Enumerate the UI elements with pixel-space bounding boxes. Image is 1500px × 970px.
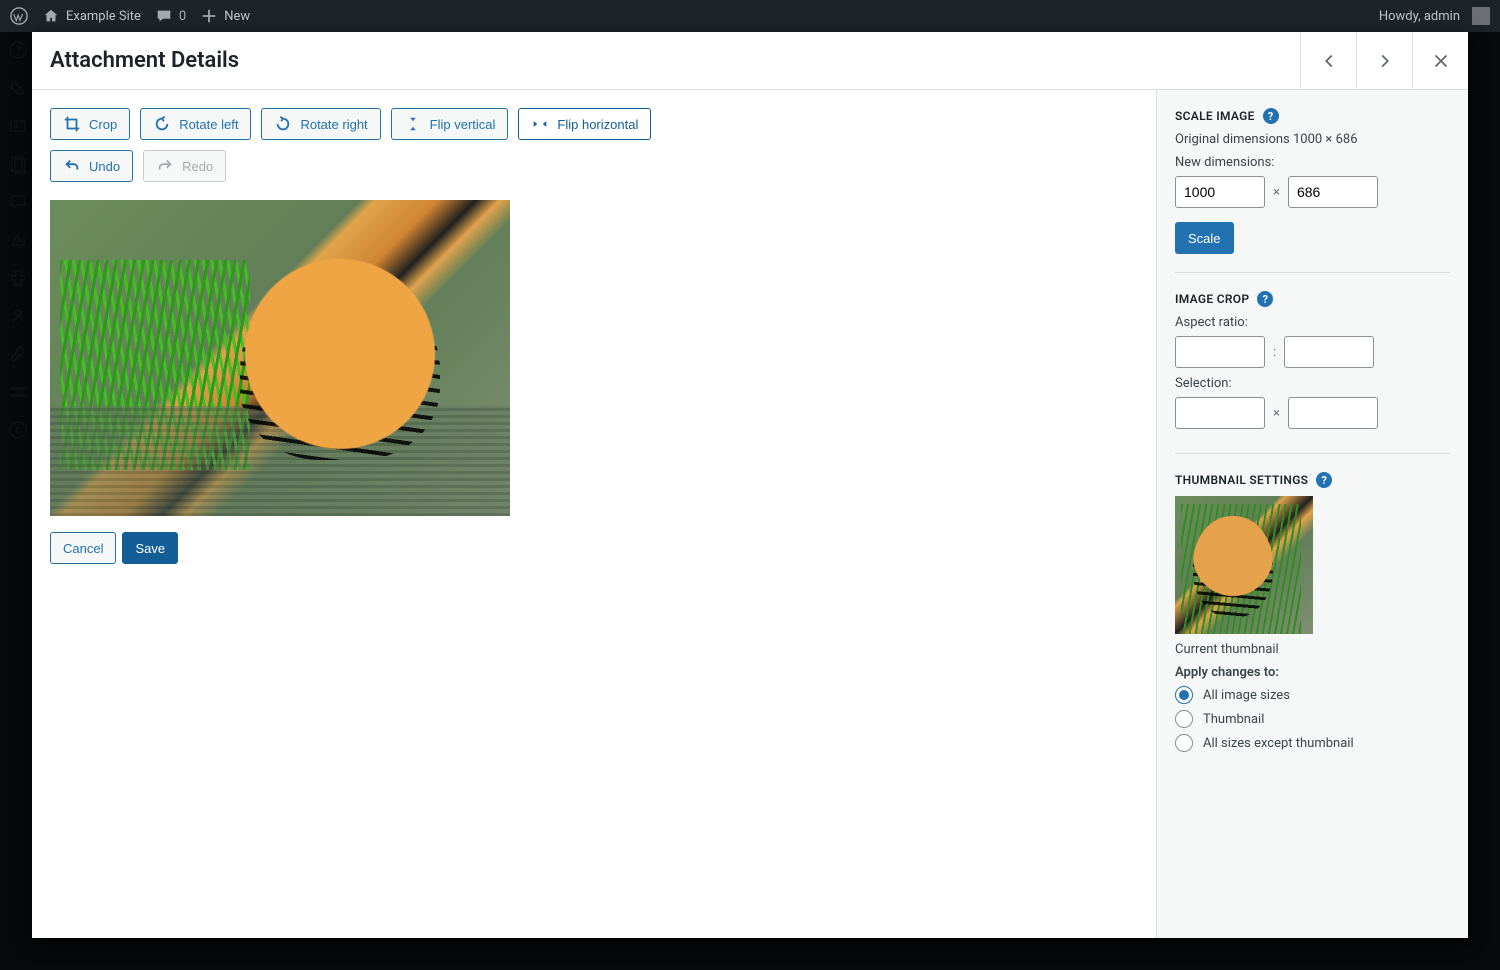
- modal-header: Attachment Details: [32, 32, 1468, 90]
- image-settings-panel: Scale Image ? Original dimensions 1000 ×…: [1156, 90, 1468, 938]
- chevron-left-icon: [1318, 50, 1340, 72]
- rotate-left-button[interactable]: Rotate left: [140, 108, 251, 140]
- flip-horizontal-label: Flip horizontal: [557, 117, 638, 132]
- selection-label: Selection:: [1175, 376, 1450, 391]
- apply-except-label: All sizes except thumbnail: [1203, 736, 1354, 751]
- apply-all-row[interactable]: All image sizes: [1175, 686, 1450, 704]
- apply-thumbnail-label: Thumbnail: [1203, 712, 1264, 727]
- next-button[interactable]: [1356, 32, 1412, 89]
- rotate-left-label: Rotate left: [179, 117, 238, 132]
- avatar-icon: [1472, 7, 1490, 25]
- rotate-left-icon: [153, 115, 171, 133]
- scale-section: Scale Image ? Original dimensions 1000 ×…: [1175, 108, 1450, 273]
- wp-admin-bar: Example Site 0 New Howdy, admin: [0, 0, 1500, 32]
- image-stripes-overlay: [240, 280, 440, 460]
- comments-count: 0: [179, 9, 186, 24]
- modal-title: Attachment Details: [32, 48, 239, 73]
- aspect-width-input[interactable]: [1175, 336, 1265, 368]
- scale-heading: Scale Image: [1175, 109, 1255, 123]
- greeting-link[interactable]: Howdy, admin: [1379, 7, 1490, 25]
- scale-width-input[interactable]: [1175, 176, 1265, 208]
- comments-link[interactable]: 0: [155, 7, 186, 25]
- apply-thumbnail-row[interactable]: Thumbnail: [1175, 710, 1450, 728]
- rotate-right-button[interactable]: Rotate right: [261, 108, 380, 140]
- selection-width-input[interactable]: [1175, 397, 1265, 429]
- crop-help-icon[interactable]: ?: [1257, 291, 1273, 307]
- crop-button[interactable]: Crop: [50, 108, 130, 140]
- crop-icon: [63, 115, 81, 133]
- times-separator: ×: [1273, 185, 1280, 200]
- aspect-height-input[interactable]: [1284, 336, 1374, 368]
- edit-toolbar: Crop Rotate left Rotate right Flip verti…: [50, 108, 1138, 140]
- redo-icon: [156, 157, 174, 175]
- scale-button-label: Scale: [1188, 231, 1221, 246]
- image-water-overlay: [50, 406, 510, 516]
- redo-label: Redo: [182, 159, 213, 174]
- colon-separator: :: [1273, 345, 1276, 360]
- new-link[interactable]: New: [200, 7, 250, 25]
- save-label: Save: [135, 541, 165, 556]
- apply-thumbnail-radio[interactable]: [1175, 710, 1193, 728]
- new-dimensions-label: New dimensions:: [1175, 155, 1450, 170]
- original-dimensions-text: Original dimensions 1000 × 686: [1175, 132, 1450, 147]
- apply-changes-label: Apply changes to:: [1175, 665, 1450, 680]
- new-label: New: [224, 9, 250, 24]
- prev-button[interactable]: [1300, 32, 1356, 89]
- undo-label: Undo: [89, 159, 120, 174]
- flip-horizontal-icon: [531, 115, 549, 133]
- thumbnail-section: Thumbnail Settings ? Current thumbnail A…: [1175, 472, 1450, 776]
- image-edit-area: Crop Rotate left Rotate right Flip verti…: [32, 90, 1156, 938]
- wp-logo[interactable]: [10, 7, 28, 25]
- apply-except-row[interactable]: All sizes except thumbnail: [1175, 734, 1450, 752]
- scale-button[interactable]: Scale: [1175, 222, 1234, 254]
- redo-button: Redo: [143, 150, 226, 182]
- thumbnail-heading: Thumbnail Settings: [1175, 473, 1308, 487]
- thumbnail-help-icon[interactable]: ?: [1316, 472, 1332, 488]
- undo-button[interactable]: Undo: [50, 150, 133, 182]
- close-icon: [1430, 50, 1452, 72]
- flip-vertical-button[interactable]: Flip vertical: [391, 108, 509, 140]
- crop-heading: Image Crop: [1175, 292, 1249, 306]
- cancel-label: Cancel: [63, 541, 103, 556]
- flip-vertical-label: Flip vertical: [430, 117, 496, 132]
- flip-horizontal-button[interactable]: Flip horizontal: [518, 108, 651, 140]
- image-preview[interactable]: [50, 200, 510, 516]
- aspect-ratio-label: Aspect ratio:: [1175, 315, 1450, 330]
- crop-section: Image Crop ? Aspect ratio: : Selection: …: [1175, 291, 1450, 454]
- scale-height-input[interactable]: [1288, 176, 1378, 208]
- greeting-text: Howdy, admin: [1379, 9, 1460, 24]
- crop-label: Crop: [89, 117, 117, 132]
- attachment-details-modal: Attachment Details Crop Rot: [32, 32, 1468, 938]
- apply-all-label: All image sizes: [1203, 688, 1290, 703]
- apply-except-radio[interactable]: [1175, 734, 1193, 752]
- scale-help-icon[interactable]: ?: [1263, 108, 1279, 124]
- selection-height-input[interactable]: [1288, 397, 1378, 429]
- close-button[interactable]: [1412, 32, 1468, 89]
- times-separator-2: ×: [1273, 406, 1280, 421]
- apply-all-radio[interactable]: [1175, 686, 1193, 704]
- cancel-button[interactable]: Cancel: [50, 532, 116, 564]
- current-thumbnail-label: Current thumbnail: [1175, 642, 1450, 657]
- rotate-right-icon: [274, 115, 292, 133]
- thumbnail-preview: [1175, 496, 1313, 634]
- flip-vertical-icon: [404, 115, 422, 133]
- site-name: Example Site: [66, 9, 141, 24]
- undo-icon: [63, 157, 81, 175]
- chevron-right-icon: [1374, 50, 1396, 72]
- save-button[interactable]: Save: [122, 532, 178, 564]
- site-link[interactable]: Example Site: [42, 7, 141, 25]
- rotate-right-label: Rotate right: [300, 117, 367, 132]
